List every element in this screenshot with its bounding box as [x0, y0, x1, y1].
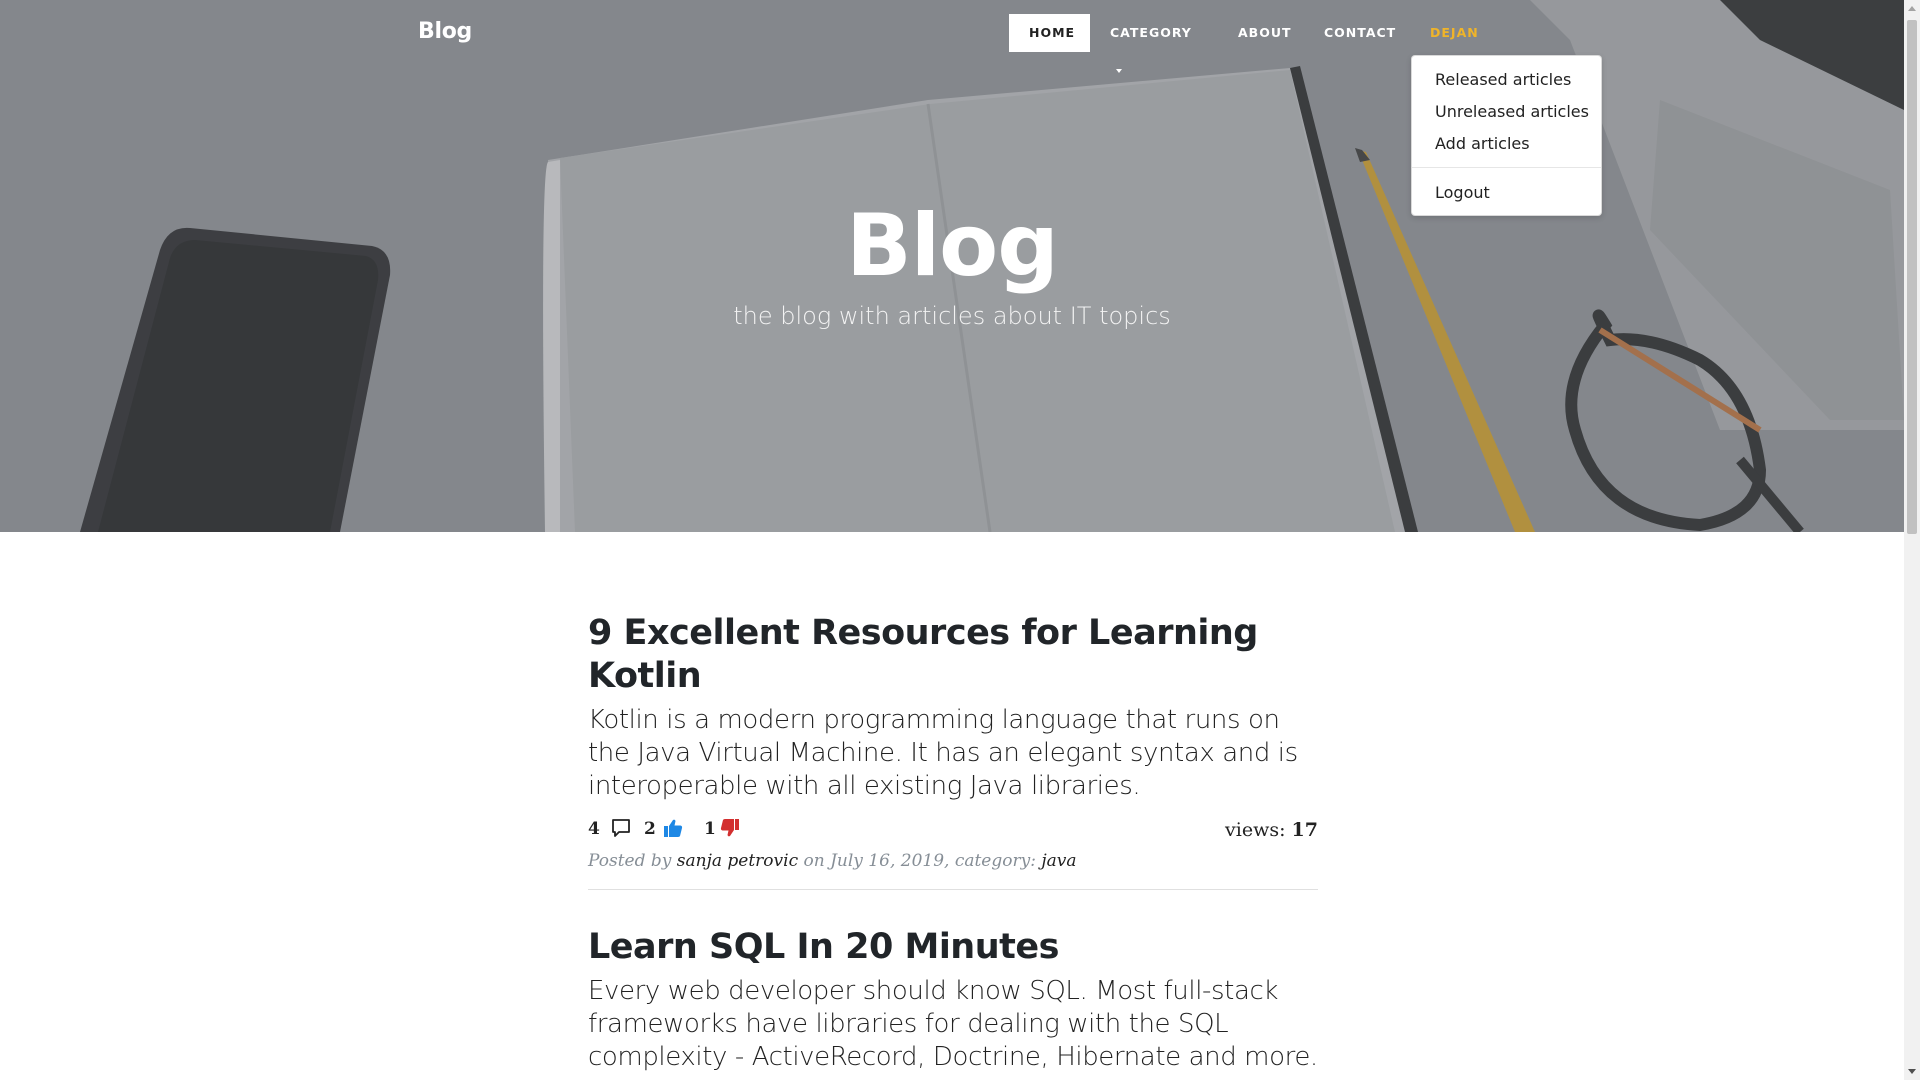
- hero-subtitle: the blog with articles about IT topics: [733, 302, 1171, 330]
- scroll-thumb[interactable]: [1907, 20, 1917, 534]
- post-meta: Posted by sanja petrovic on July 16, 201…: [588, 851, 1318, 871]
- nav-category[interactable]: CATEGORY: [1090, 14, 1216, 73]
- post-preview: 9 Excellent Resources for Learning Kotli…: [588, 612, 1318, 890]
- nav-contact[interactable]: CONTACT: [1304, 14, 1410, 52]
- thumbs-down-icon[interactable]: [719, 817, 741, 839]
- nav-category-label: CATEGORY: [1110, 25, 1192, 40]
- post-preview: Learn SQL In 20 Minutes Every web develo…: [588, 926, 1318, 1074]
- post-subtitle[interactable]: Every web developer should know SQL. Mos…: [588, 975, 1318, 1074]
- views-label: views:: [1225, 819, 1286, 841]
- nav-contact-label: CONTACT: [1324, 25, 1397, 40]
- views-value: 17: [1291, 819, 1318, 841]
- menu-item-logout[interactable]: Logout: [1412, 183, 1601, 202]
- nav-home[interactable]: HOME: [1009, 14, 1090, 52]
- post-stats: 4 2 1 views: 17: [588, 817, 1318, 845]
- post-divider: [588, 889, 1318, 890]
- menu-divider: [1412, 167, 1601, 168]
- post-title[interactable]: 9 Excellent Resources for Learning Kotli…: [588, 612, 1318, 698]
- menu-item-released-articles[interactable]: Released articles: [1412, 70, 1601, 89]
- comment-count: 4: [588, 819, 600, 839]
- page-scrollbar[interactable]: [1904, 0, 1920, 1080]
- posted-by-label: Posted by: [588, 851, 672, 871]
- scroll-down-arrow-icon[interactable]: [1908, 1069, 1916, 1074]
- post-category[interactable]: java: [1041, 851, 1076, 871]
- nav-home-label: HOME: [1029, 25, 1076, 40]
- user-dropdown-menu: Released articles Unreleased articles Ad…: [1411, 55, 1602, 216]
- like-count: 2: [644, 819, 656, 839]
- comment-icon[interactable]: [610, 817, 632, 839]
- nav-about-label: ABOUT: [1238, 25, 1292, 40]
- post-subtitle[interactable]: Kotlin is a modern programming language …: [588, 704, 1318, 803]
- menu-item-unreleased-articles[interactable]: Unreleased articles: [1412, 102, 1601, 121]
- hero-banner: Blog the blog with articles about IT top…: [0, 0, 1904, 532]
- chevron-down-icon: [1116, 69, 1122, 73]
- post-date: on July 16, 2019, category:: [803, 851, 1036, 871]
- menu-item-add-articles[interactable]: Add articles: [1412, 134, 1601, 153]
- dislike-count: 1: [704, 819, 716, 839]
- nav-user-label: DEJAN: [1430, 25, 1479, 40]
- post-author[interactable]: sanja petrovic: [677, 851, 798, 871]
- brand-logo[interactable]: Blog: [418, 19, 472, 44]
- post-title[interactable]: Learn SQL In 20 Minutes: [588, 926, 1318, 969]
- views-counter: views: 17: [1225, 819, 1318, 841]
- hero-title: Blog: [846, 196, 1059, 296]
- scroll-up-arrow-icon[interactable]: [1908, 6, 1916, 11]
- nav-about[interactable]: ABOUT: [1218, 14, 1304, 52]
- thumbs-up-icon[interactable]: [662, 817, 684, 839]
- nav-user-menu[interactable]: DEJAN: [1410, 14, 1506, 73]
